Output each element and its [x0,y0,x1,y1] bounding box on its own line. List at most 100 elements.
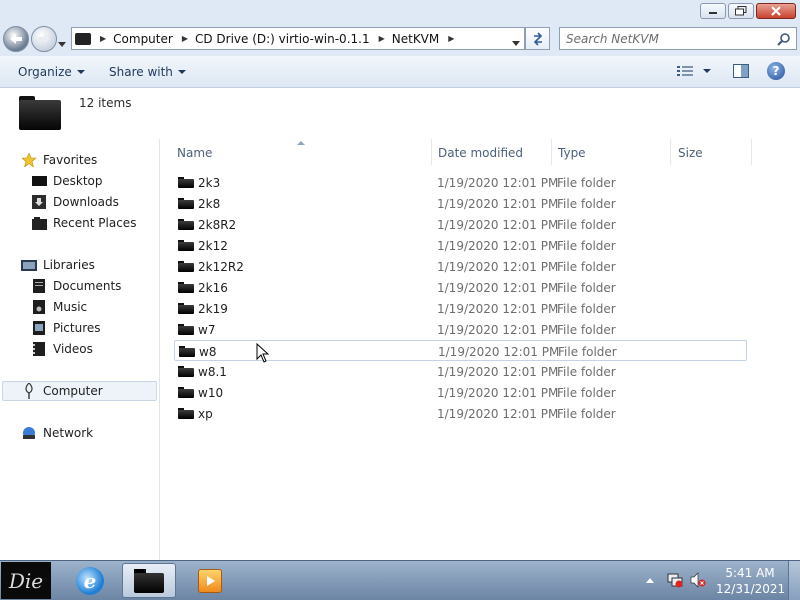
nav-desktop-label: Desktop [53,174,103,188]
folder-icon [178,261,194,272]
computer-icon [21,383,37,399]
file-name: 2k8R2 [198,218,237,232]
recent-places-icon [31,216,47,230]
nav-pictures-label: Pictures [53,321,101,335]
nav-music[interactable]: Music [31,297,87,317]
nav-downloads[interactable]: Downloads [31,192,119,212]
nav-documents-label: Documents [53,279,122,293]
downloads-icon [31,195,47,209]
nav-network[interactable]: Network [21,423,93,443]
help-icon: ? [772,64,780,78]
arrow-right-icon [38,34,50,44]
recent-pages-dropdown[interactable] [58,36,66,50]
breadcrumb-cd-drive[interactable]: CD Drive (D:) virtio-win-0.1.1 [195,32,370,46]
minimize-icon [709,12,717,14]
taskbar-internet-explorer[interactable]: e [63,563,117,598]
chevron-right-icon[interactable]: ▶ [173,34,195,43]
column-header-size[interactable]: Size [678,146,703,160]
table-row[interactable]: 2k12 1/19/2020 12:01 PM File folder [174,235,747,256]
file-date: 1/19/2020 12:01 PM [437,302,559,316]
chevron-down-icon [58,42,66,47]
table-row[interactable]: 2k8R2 1/19/2020 12:01 PM File folder [174,214,747,235]
preview-pane-button[interactable] [733,64,749,78]
arrow-left-icon [10,34,22,44]
maximize-button[interactable] [728,3,754,19]
taskbar-media-player[interactable] [183,563,237,598]
change-view-button[interactable] [677,65,711,77]
libraries-icon [21,258,37,272]
column-divider[interactable] [551,139,552,165]
file-date: 1/19/2020 12:01 PM [437,197,559,211]
breadcrumb-computer[interactable]: Computer [113,32,173,46]
file-name: 2k16 [198,281,228,295]
table-row[interactable]: 2k12R2 1/19/2020 12:01 PM File folder [174,256,747,277]
table-row[interactable]: 2k19 1/19/2020 12:01 PM File folder [174,298,747,319]
folder-icon [178,366,194,377]
nav-computer[interactable]: Computer [2,381,157,401]
table-row[interactable]: w8.1 1/19/2020 12:01 PM File folder [174,361,747,382]
folder-icon [178,177,194,188]
file-type: File folder [557,218,616,232]
minimize-button[interactable] [700,3,726,19]
column-divider[interactable] [670,139,671,165]
search-box [559,27,797,50]
command-bar: Organize Share with ? [0,56,800,88]
network-status-icon[interactable] [667,572,683,591]
folder-icon [179,346,195,357]
file-name: w10 [198,386,224,400]
table-row[interactable]: xp 1/19/2020 12:01 PM File folder [174,403,747,424]
internet-explorer-icon: e [76,566,104,595]
search-icon[interactable] [777,32,791,49]
table-row[interactable]: w10 1/19/2020 12:01 PM File folder [174,382,747,403]
file-date: 1/19/2020 12:01 PM [437,386,559,400]
table-row[interactable]: w7 1/19/2020 12:01 PM File folder [174,319,747,340]
chevron-right-icon[interactable]: ▶ [370,34,392,43]
table-row[interactable]: 2k8 1/19/2020 12:01 PM File folder [174,193,747,214]
restore-icon [735,6,747,16]
table-row[interactable]: 2k3 1/19/2020 12:01 PM File folder [174,172,747,193]
address-history-dropdown[interactable] [512,35,520,49]
pictures-icon [31,321,47,335]
music-icon [31,300,47,314]
table-row[interactable]: 2k16 1/19/2020 12:01 PM File folder [174,277,747,298]
system-clock[interactable]: 5:41 AM 12/31/2021 [716,565,785,597]
column-divider[interactable] [751,139,752,165]
forward-button[interactable] [31,26,57,52]
back-button[interactable] [3,26,29,52]
address-bar[interactable]: ▶ Computer ▶ CD Drive (D:) virtio-win-0.… [71,27,525,50]
file-type: File folder [557,176,616,190]
nav-libraries[interactable]: Libraries [21,255,95,275]
nav-pictures[interactable]: Pictures [31,318,101,338]
chevron-right-icon[interactable]: ▶ [91,34,113,43]
nav-recent-places[interactable]: Recent Places [31,213,136,233]
volume-muted-icon[interactable] [690,572,706,591]
details-header: 12 items [0,89,800,139]
organize-button[interactable]: Organize [18,65,85,79]
refresh-button[interactable] [525,27,550,50]
star-icon [21,153,37,167]
column-divider[interactable] [431,139,432,165]
column-header-type[interactable]: Type [558,146,586,160]
chevron-right-icon[interactable]: ▶ [439,34,461,43]
nav-documents[interactable]: Documents [31,276,121,296]
nav-videos[interactable]: Videos [31,339,93,359]
column-header-name[interactable]: Name [177,146,212,160]
folder-icon [178,324,194,335]
show-hidden-icons-icon[interactable] [646,578,654,583]
nav-music-label: Music [53,300,88,314]
file-type: File folder [557,386,616,400]
search-input[interactable] [560,28,760,49]
help-button[interactable]: ? [767,62,785,80]
file-date: 1/19/2020 12:01 PM [437,218,559,232]
nav-desktop[interactable]: Desktop [31,171,103,191]
share-with-button[interactable]: Share with [109,65,186,79]
close-button[interactable] [756,3,796,19]
file-date: 1/19/2020 12:01 PM [438,345,560,359]
column-header-date-modified[interactable]: Date modified [438,146,523,160]
start-button[interactable]: Die [1,562,51,599]
breadcrumb-netkvm[interactable]: NetKVM [392,32,440,46]
file-type: File folder [557,302,616,316]
show-desktop-button[interactable] [788,561,800,600]
taskbar-windows-explorer[interactable] [122,563,176,598]
nav-favorites[interactable]: Favorites [21,150,97,170]
